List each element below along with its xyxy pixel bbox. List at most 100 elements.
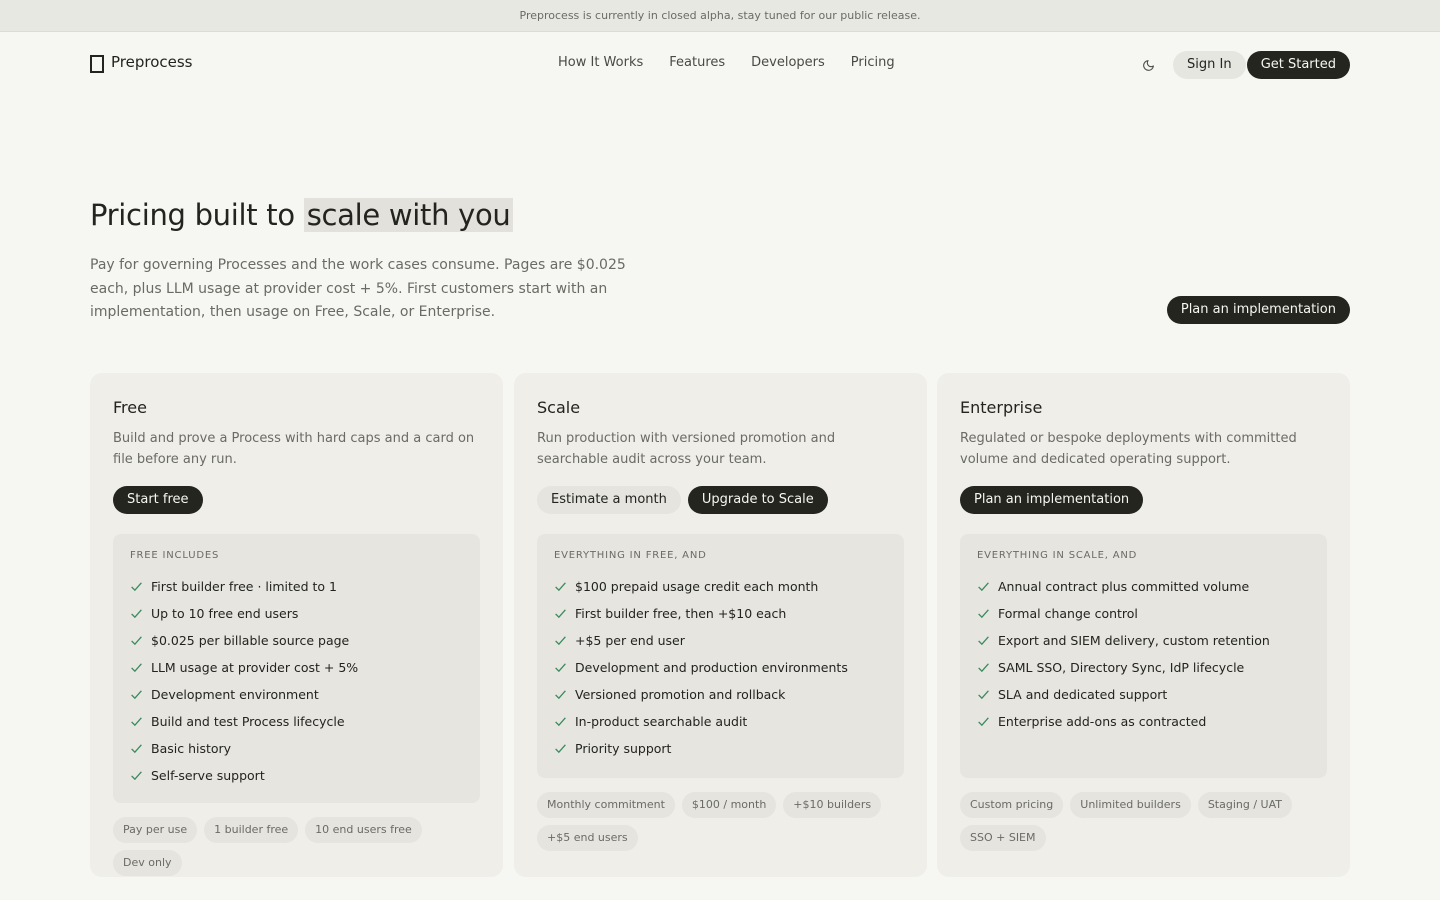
feature-text: SAML SSO, Directory Sync, IdP lifecycle — [998, 660, 1245, 675]
feature-text: Priority support — [575, 741, 672, 756]
check-icon — [555, 744, 566, 754]
check-icon — [131, 663, 142, 673]
plan-tag: $100 / month — [681, 792, 777, 818]
features-label: FREE INCLUDES — [130, 550, 220, 561]
brand-name: Preprocess — [111, 53, 193, 71]
feature-text: Formal change control — [998, 606, 1138, 621]
feature-text: Build and test Process lifecycle — [151, 714, 345, 729]
feature-text: Enterprise add-ons as contracted — [998, 714, 1207, 729]
check-icon — [978, 690, 989, 700]
estimate-month-button[interactable]: Estimate a month — [537, 486, 681, 514]
check-icon — [555, 717, 566, 727]
top-nav: Preprocess How It Works Features Develop… — [90, 50, 1350, 80]
feature-item: $100 prepaid usage credit each month — [554, 573, 887, 600]
feature-text: LLM usage at provider cost + 5% — [151, 660, 359, 675]
plan-tag: Staging / UAT — [1197, 792, 1292, 818]
title-prefix: Pricing built to — [90, 198, 295, 232]
nav-links: How It Works Features Developers Pricing — [558, 55, 895, 70]
nav-link-pricing[interactable]: Pricing — [851, 55, 895, 70]
check-icon — [978, 582, 989, 592]
feature-text: Export and SIEM delivery, custom retenti… — [998, 633, 1270, 648]
features-box: FREE INCLUDES First builder free · limit… — [113, 534, 480, 803]
check-icon — [978, 636, 989, 646]
feature-item: $0.025 per billable source page — [130, 627, 463, 654]
check-icon — [555, 609, 566, 619]
nav-link-how-it-works[interactable]: How It Works — [558, 55, 643, 70]
plan-implementation-card-button[interactable]: Plan an implementation — [960, 486, 1144, 514]
feature-item: Development environment — [130, 681, 463, 708]
page-subtitle: Pay for governing Processes and the work… — [90, 257, 626, 320]
sign-in-button[interactable]: Sign In — [1173, 51, 1246, 79]
nav-link-developers[interactable]: Developers — [751, 55, 825, 70]
plan-description: Build and prove a Process with hard caps… — [113, 431, 475, 467]
plan-tag: 10 end users free — [305, 817, 422, 843]
plan-tags: Monthly commitment $100 / month +$10 bui… — [537, 792, 904, 851]
plan-tag: +$5 end users — [537, 825, 638, 851]
check-icon — [978, 663, 989, 673]
nav-link-features[interactable]: Features — [669, 55, 725, 70]
feature-text: Annual contract plus committed volume — [998, 579, 1250, 594]
check-icon — [555, 582, 566, 592]
plan-actions: Estimate a month Upgrade to Scale — [537, 486, 904, 514]
banner-text: Preprocess is currently in closed alpha,… — [519, 9, 921, 22]
check-icon — [131, 582, 142, 592]
check-icon — [555, 690, 566, 700]
plan-tag: Custom pricing — [960, 792, 1064, 818]
feature-text: SLA and dedicated support — [998, 687, 1168, 702]
check-icon — [555, 636, 566, 646]
plan-actions: Plan an implementation — [960, 486, 1327, 514]
feature-text: +$5 per end user — [575, 633, 685, 648]
check-icon — [131, 744, 142, 754]
hero-cta-wrap: Plan an implementation — [1166, 296, 1350, 324]
feature-text: First builder free · limited to 1 — [151, 579, 337, 594]
plan-card-scale: Scale Run production with versioned prom… — [514, 373, 927, 877]
feature-item: Build and test Process lifecycle — [130, 708, 463, 735]
feature-list: Annual contract plus committed volume Fo… — [977, 573, 1310, 735]
plan-tag: Pay per use — [113, 817, 198, 843]
feature-item: First builder free · limited to 1 — [130, 573, 463, 600]
brackets-logo-icon — [90, 55, 104, 73]
feature-text: Versioned promotion and rollback — [575, 687, 786, 702]
upgrade-to-scale-button[interactable]: Upgrade to Scale — [687, 486, 828, 514]
feature-text: Development and production environments — [575, 660, 848, 675]
brand-logo[interactable]: Preprocess — [90, 53, 193, 73]
plan-implementation-button[interactable]: Plan an implementation — [1166, 296, 1350, 324]
page-title: Pricing built to scale with you — [90, 198, 514, 232]
theme-toggle-button[interactable] — [1138, 55, 1158, 75]
check-icon — [131, 609, 142, 619]
feature-item: Enterprise add-ons as contracted — [977, 708, 1310, 735]
feature-text: First builder free, then +$10 each — [575, 606, 787, 621]
features-box: EVERYTHING IN FREE, AND $100 prepaid usa… — [537, 534, 904, 778]
plan-card-enterprise: Enterprise Regulated or bespoke deployme… — [937, 373, 1350, 877]
feature-item: Priority support — [554, 735, 887, 762]
title-highlight: scale with you — [303, 198, 514, 232]
announcement-banner: Preprocess is currently in closed alpha,… — [0, 0, 1440, 32]
feature-item: Annual contract plus committed volume — [977, 573, 1310, 600]
feature-item: Development and production environments — [554, 654, 887, 681]
feature-item: Versioned promotion and rollback — [554, 681, 887, 708]
start-free-button[interactable]: Start free — [113, 486, 203, 514]
feature-item: SAML SSO, Directory Sync, IdP lifecycle — [977, 654, 1310, 681]
check-icon — [131, 771, 142, 781]
check-icon — [131, 636, 142, 646]
feature-item: +$5 per end user — [554, 627, 887, 654]
plan-description: Run production with versioned promotion … — [537, 431, 836, 467]
feature-item: First builder free, then +$10 each — [554, 600, 887, 627]
check-icon — [978, 717, 989, 727]
get-started-button[interactable]: Get Started — [1246, 51, 1350, 79]
check-icon — [131, 690, 142, 700]
feature-item: Formal change control — [977, 600, 1310, 627]
plan-tag: 1 builder free — [204, 817, 299, 843]
feature-text: Basic history — [151, 741, 232, 756]
feature-item: Basic history — [130, 735, 463, 762]
plan-name: Enterprise — [960, 398, 1043, 417]
feature-text: Up to 10 free end users — [151, 606, 299, 621]
plan-description: Regulated or bespoke deployments with co… — [960, 431, 1297, 467]
feature-text: $0.025 per billable source page — [151, 633, 350, 648]
feature-item: LLM usage at provider cost + 5% — [130, 654, 463, 681]
features-label: EVERYTHING IN FREE, AND — [554, 550, 707, 561]
check-icon — [555, 663, 566, 673]
plan-tags: Pay per use 1 builder free 10 end users … — [113, 817, 480, 876]
plan-tags: Custom pricing Unlimited builders Stagin… — [960, 792, 1327, 851]
features-box: EVERYTHING IN SCALE, AND Annual contract… — [960, 534, 1327, 778]
